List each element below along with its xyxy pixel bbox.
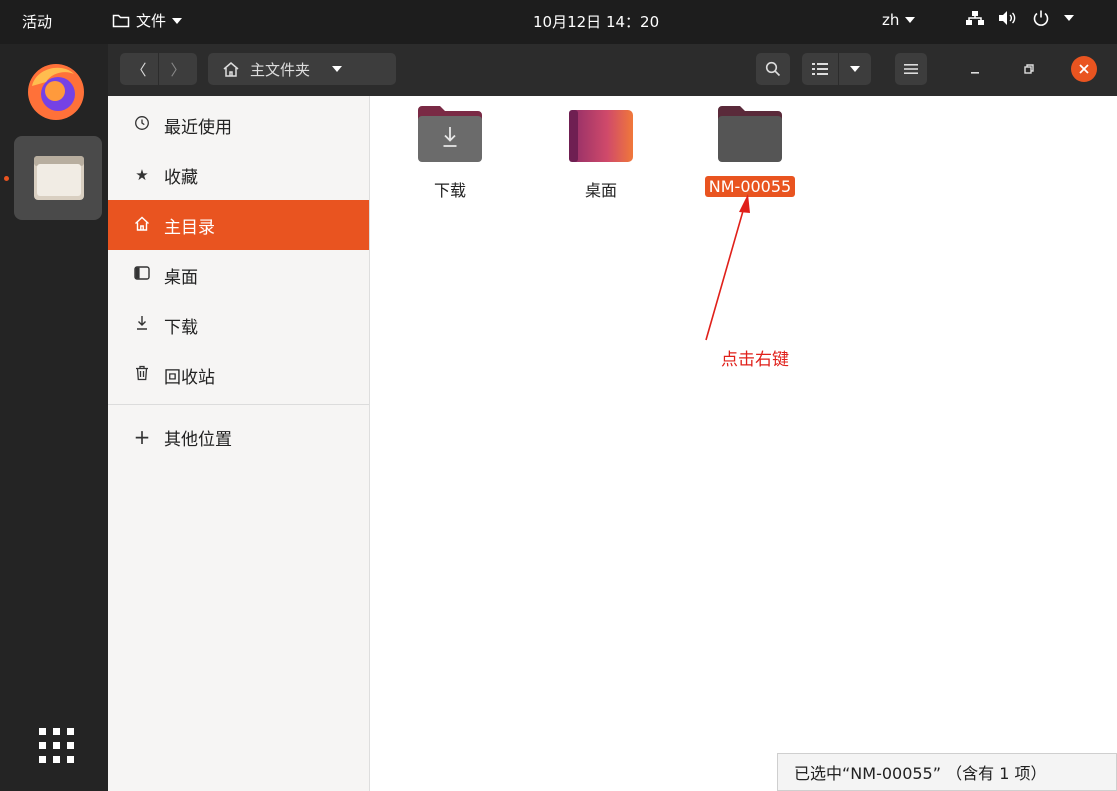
folder-item-desktop[interactable]: 桌面 [541,106,661,202]
selection-status: 已选中“NM-00055” （含有 1 项） [777,753,1117,791]
sidebar-item-downloads[interactable]: 下载 [108,300,369,350]
sidebar-item-other-locations[interactable]: + 其他位置 [108,412,369,462]
download-icon [132,315,152,335]
sidebar-item-home[interactable]: 主目录 [108,200,369,250]
folder-outline-icon [112,14,130,27]
chevron-down-icon [172,17,183,24]
sidebar-item-label: 主目录 [164,217,215,238]
folder-name-selected: NM-00055 [704,176,796,197]
desktop-icon [132,266,152,284]
minimize-button[interactable] [960,53,990,85]
list-view-icon [812,63,828,75]
clock[interactable]: 10月12日 14：20 [533,11,659,32]
sidebar-item-label: 桌面 [164,267,198,288]
sidebar-item-desktop[interactable]: 桌面 [108,250,369,300]
minimize-icon [971,72,979,74]
power-icon [1033,10,1049,26]
chevron-down-icon [850,66,860,72]
restore-button[interactable] [1014,53,1044,85]
sidebar-item-label: 下载 [164,317,198,338]
places-sidebar: 最近使用 ★ 收藏 主目录 桌面 下载 回收站 + 其他位置 [108,96,370,791]
path-bar-home[interactable]: 主文件夹 [208,53,396,85]
path-label: 主文件夹 [250,60,311,79]
sidebar-item-label: 其他位置 [164,429,232,450]
folder-desktop-icon [569,110,633,162]
sidebar-item-starred[interactable]: ★ 收藏 [108,150,369,200]
language-indicator[interactable]: zh [882,11,916,29]
sidebar-item-label: 收藏 [164,167,198,188]
firefox-icon[interactable] [22,56,90,124]
folder-name: 桌面 [584,181,617,200]
star-icon: ★ [135,166,149,184]
restore-icon [1024,64,1034,74]
hamburger-menu-icon [904,64,918,74]
folder-icon [718,106,782,162]
sidebar-item-recent[interactable]: 最近使用 [108,100,369,150]
sidebar-item-trash[interactable]: 回收站 [108,350,369,400]
view-options-button[interactable] [839,53,871,85]
sidebar-item-label: 回收站 [164,367,215,388]
file-view[interactable]: 下载 桌面 NM-00055 [370,96,1117,791]
annotation-text: 点击右键 [721,350,789,370]
chevron-down-icon [1064,15,1074,21]
close-icon [1079,64,1089,74]
dock [0,44,108,791]
show-apps-grid-icon[interactable] [35,724,79,768]
sidebar-divider [108,404,369,405]
files-icon [34,156,84,200]
volume-icon [999,11,1016,25]
folder-name: 下载 [433,181,466,200]
file-manager-headerbar: 〈 〉 主文件夹 [108,44,1117,96]
folder-item-downloads[interactable]: 下载 [390,106,510,202]
files-app-launcher[interactable] [14,136,102,220]
folder-item-nm-00055[interactable]: NM-00055 [690,106,810,197]
chevron-down-icon [332,66,343,72]
top-bar: 活动 文件 10月12日 14：20 zh [0,0,1117,44]
folder-download-icon [418,106,482,162]
clock-icon [132,115,152,135]
language-label: zh [882,11,900,29]
list-view-button[interactable] [802,53,838,85]
system-tray[interactable] [966,9,1074,27]
search-icon [765,61,781,77]
home-icon [223,62,239,77]
activities-button[interactable]: 活动 [22,11,52,32]
main-menu-button[interactable] [895,53,927,85]
search-button[interactable] [756,53,790,85]
forward-button[interactable]: 〉 [159,53,197,85]
back-button[interactable]: 〈 [120,53,159,85]
chevron-down-icon [905,17,916,23]
running-indicator [4,176,9,181]
sidebar-item-label: 最近使用 [164,117,232,138]
status-text: 已选中“NM-00055” （含有 1 项） [794,764,1047,783]
app-menu[interactable]: 文件 [112,10,183,31]
home-icon [132,216,152,235]
app-menu-label: 文件 [136,12,167,30]
close-button[interactable] [1071,56,1097,82]
network-icon [966,11,984,25]
plus-icon: + [133,425,151,449]
trash-icon [132,365,152,385]
